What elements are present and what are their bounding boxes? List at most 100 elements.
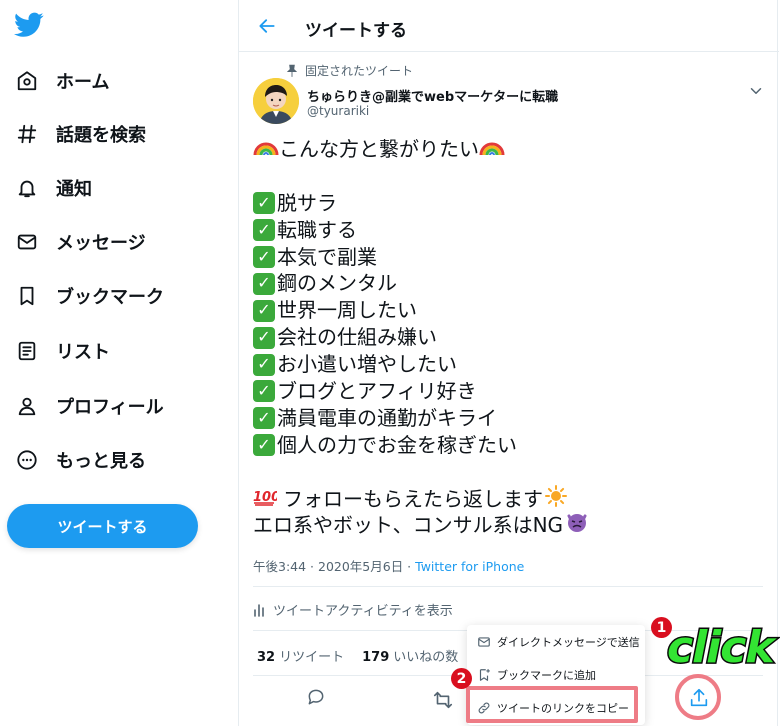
rainbow-emoji-icon bbox=[479, 136, 505, 163]
sidebar-item-more[interactable]: もっと見る bbox=[14, 440, 146, 480]
page-header: ツイートする bbox=[239, 0, 779, 52]
sidebar-item-notifications[interactable]: 通知 bbox=[14, 168, 92, 208]
sidebar: ホーム 話題を検索 通知 メッセージ ブックマーク リスト プロフィール もっと… bbox=[0, 0, 238, 726]
reply-icon[interactable] bbox=[302, 683, 330, 711]
tweet-stats: 32 リツイート 179 いいねの数 bbox=[257, 646, 458, 665]
author-name[interactable]: ちゅらりき@副業でwebマーケターに転職 bbox=[307, 86, 558, 105]
author-handle[interactable]: @tyurariki bbox=[307, 104, 369, 118]
avatar[interactable] bbox=[253, 78, 299, 124]
check-mark-icon: ✓ bbox=[253, 219, 275, 242]
sidebar-item-messages[interactable]: メッセージ bbox=[14, 222, 146, 262]
back-arrow-icon[interactable] bbox=[255, 14, 279, 38]
list-icon bbox=[14, 338, 40, 364]
sidebar-item-label: リスト bbox=[56, 342, 110, 363]
checklist-text: お小遣い増やしたい bbox=[277, 352, 457, 377]
bookmark-icon bbox=[14, 283, 40, 309]
click-label: click bbox=[666, 621, 777, 675]
check-mark-icon: ✓ bbox=[253, 192, 275, 215]
sidebar-item-lists[interactable]: リスト bbox=[14, 331, 110, 371]
checklist-text: 個人の力でお金を稼ぎたい bbox=[277, 432, 517, 457]
bell-icon bbox=[14, 175, 40, 201]
tweet-detail-column: ツイートする 固定されたツイート ちゅらりき@副業でwebマーケターに転職 @t… bbox=[238, 0, 779, 726]
checklist-item: ✓ 本気で副業 bbox=[253, 244, 763, 271]
bar-chart-icon bbox=[253, 603, 267, 617]
checklist-item: ✓ 世界一周したい bbox=[253, 297, 763, 324]
like-stat[interactable]: 179 いいねの数 bbox=[362, 650, 458, 665]
tweet-closing-line: 100 フォローもらえたら返します bbox=[253, 484, 763, 514]
check-mark-icon: ✓ bbox=[253, 434, 275, 457]
sun-emoji-icon bbox=[545, 484, 567, 514]
tweet-closing-text: フォローもらえたら返します bbox=[283, 486, 543, 511]
tweet-intro-line: こんな方と繋がりたい bbox=[253, 136, 763, 163]
like-label: いいねの数 bbox=[393, 650, 459, 665]
checklist-text: 満員電車の通勤がキライ bbox=[277, 405, 497, 430]
check-mark-icon: ✓ bbox=[253, 326, 275, 349]
sidebar-item-bookmarks[interactable]: ブックマーク bbox=[14, 276, 164, 316]
sidebar-item-label: メッセージ bbox=[56, 233, 146, 254]
checklist-item: ✓ 鋼のメンタル bbox=[253, 270, 763, 297]
tweet-timestamp[interactable]: 午後3:44 · 2020年5月6日 · bbox=[253, 559, 415, 574]
tweet-closing-text: エロ系やボット、コンサル系はNG bbox=[253, 513, 564, 538]
sidebar-item-explore[interactable]: 話題を検索 bbox=[14, 114, 146, 154]
sidebar-item-label: ブックマーク bbox=[56, 287, 164, 308]
check-mark-icon: ✓ bbox=[253, 246, 275, 268]
tweet-meta: 午後3:44 · 2020年5月6日 · Twitter for iPhone bbox=[253, 556, 524, 575]
like-count: 179 bbox=[362, 650, 390, 665]
checklist-text: 世界一周したい bbox=[277, 298, 417, 323]
sidebar-item-label: ホーム bbox=[56, 72, 110, 93]
tweet-closing-line: エロ系やボット、コンサル系はNG bbox=[253, 512, 763, 539]
checklist-item: ✓ 転職する bbox=[253, 217, 763, 244]
check-mark-icon: ✓ bbox=[253, 353, 275, 376]
tweet-intro-text: こんな方と繋がりたい bbox=[279, 137, 479, 161]
retweet-icon[interactable] bbox=[429, 686, 457, 714]
sidebar-item-profile[interactable]: プロフィール bbox=[14, 386, 164, 426]
share-menu-item-dm[interactable]: ダイレクトメッセージで送信 bbox=[467, 625, 645, 658]
checklist-text: 転職する bbox=[277, 217, 357, 242]
check-mark-icon: ✓ bbox=[253, 299, 275, 322]
mail-icon bbox=[14, 229, 40, 255]
person-icon bbox=[14, 393, 40, 419]
pin-icon bbox=[285, 64, 299, 78]
more-icon bbox=[14, 447, 40, 473]
check-mark-icon: ✓ bbox=[253, 380, 275, 403]
sidebar-item-label: プロフィール bbox=[56, 397, 164, 418]
check-mark-icon: ✓ bbox=[253, 272, 275, 295]
divider bbox=[253, 586, 763, 587]
chevron-down-icon[interactable] bbox=[747, 82, 765, 100]
share-button-highlight bbox=[675, 674, 721, 720]
check-mark-icon: ✓ bbox=[253, 407, 275, 430]
sidebar-item-label: 通知 bbox=[56, 179, 92, 200]
pinned-indicator: 固定されたツイート bbox=[285, 62, 413, 79]
checklist-text: 会社の仕組み嫌い bbox=[277, 325, 437, 350]
tweet-body: こんな方と繋がりたい ✓ 脱サラ ✓ 転職する ✓ 本気で副業 ✓ 鋼のメンタル ✓ 世界… bbox=[253, 136, 763, 539]
checklist-item: ✓ 満員電車の通勤がキライ bbox=[253, 405, 763, 432]
sidebar-item-label: 話題を検索 bbox=[56, 125, 146, 146]
rainbow-emoji-icon bbox=[253, 136, 279, 163]
checklist-text: ブログとアフィリ好き bbox=[277, 379, 477, 404]
home-icon bbox=[14, 68, 40, 94]
retweet-label: リツイート bbox=[279, 650, 345, 665]
page-title: ツイートする bbox=[305, 21, 407, 41]
step-badge-2: 2 bbox=[451, 668, 472, 689]
tweet-activity-link[interactable]: ツイートアクティビティを表示 bbox=[253, 600, 453, 619]
mail-icon bbox=[478, 636, 490, 647]
share-menu-item-label: ダイレクトメッセージで送信 bbox=[497, 635, 640, 649]
checklist-item: ✓ 個人の力でお金を稼ぎたい bbox=[253, 432, 763, 459]
checklist-item: ✓ 会社の仕組み嫌い bbox=[253, 324, 763, 351]
retweet-stat[interactable]: 32 リツイート bbox=[257, 650, 344, 665]
bookmark-add-icon bbox=[479, 668, 490, 681]
share-menu-item-label: ブックマークに追加 bbox=[497, 668, 596, 682]
retweet-count: 32 bbox=[257, 650, 276, 665]
checklist-text: 本気で副業 bbox=[277, 244, 377, 269]
twitter-logo-icon[interactable] bbox=[14, 12, 44, 38]
copy-link-highlight bbox=[466, 686, 638, 723]
compose-tweet-button[interactable]: ツイートする bbox=[7, 504, 198, 548]
pinned-label: 固定されたツイート bbox=[305, 64, 414, 78]
hundred-points-emoji-icon: 100 bbox=[253, 486, 280, 513]
hashtag-icon bbox=[14, 121, 40, 147]
tweet-activity-label: ツイートアクティビティを表示 bbox=[273, 604, 453, 619]
tweet-source-link[interactable]: Twitter for iPhone bbox=[415, 559, 524, 574]
sidebar-item-home[interactable]: ホーム bbox=[14, 61, 109, 101]
